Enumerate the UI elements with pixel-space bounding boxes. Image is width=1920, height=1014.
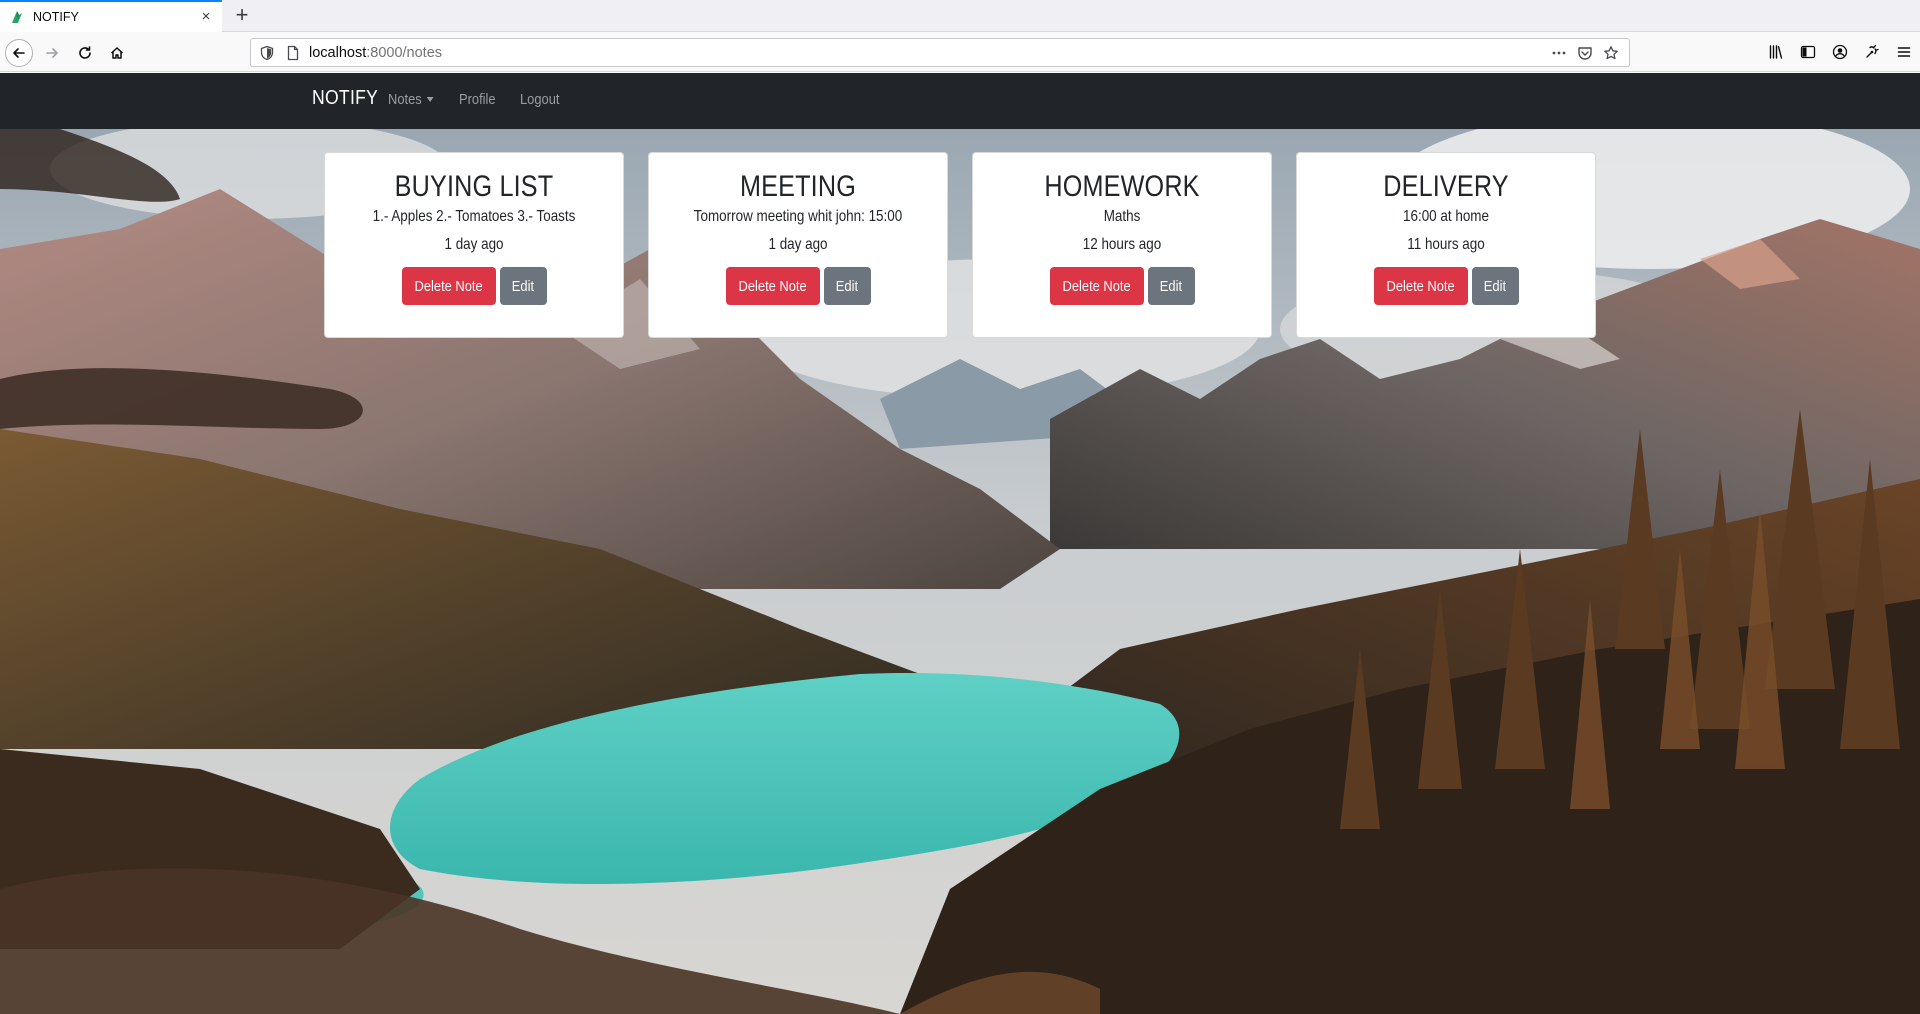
url-text[interactable]: localhost:8000/notes [309,45,1551,61]
note-title: MEETING [740,170,856,203]
page-viewport: NOTIFY Notes Profile Logout BUYING LIST … [0,73,1920,1014]
note-card: BUYING LIST 1.- Apples 2.- Tomatoes 3.- … [324,152,624,338]
edit-note-button[interactable]: Edit [499,267,547,305]
forward-icon [46,48,58,58]
reload-button[interactable] [71,39,99,67]
browser-toolbar: localhost:8000/notes [0,33,1920,72]
edit-note-button[interactable]: Edit [1471,267,1519,305]
pocket-icon[interactable] [1577,45,1593,61]
nav-logout-link[interactable]: Logout [520,91,559,108]
library-button[interactable] [1760,41,1792,63]
delete-note-button[interactable]: Delete Note [1049,267,1144,305]
delete-note-label: Delete Note [738,277,807,295]
account-button[interactable] [1824,41,1856,63]
extension-button[interactable] [1856,41,1888,63]
tab-strip: NOTIFY × + [0,0,1920,32]
nav-notes-label: Notes [388,91,422,108]
note-card: MEETING Tomorrow meeting whit john: 15:0… [648,152,948,338]
delete-note-label: Delete Note [414,277,483,295]
url-path: :8000/notes [366,44,443,61]
brand-logo[interactable]: NOTIFY [312,87,378,110]
delete-note-button[interactable]: Delete Note [401,267,496,305]
home-icon [110,47,124,59]
account-icon [1832,44,1848,60]
note-text: 16:00 at home [1403,208,1489,225]
page-icon[interactable] [285,45,301,61]
tab-title: NOTIFY [33,10,79,24]
nav-notes-dropdown[interactable]: Notes [388,91,434,108]
delete-note-label: Delete Note [1386,277,1455,295]
back-icon [13,48,25,58]
note-text: Maths [1103,208,1141,225]
note-title: HOMEWORK [1044,170,1200,203]
library-icon [1769,45,1783,59]
nav-profile-link[interactable]: Profile [459,91,496,108]
note-text: 1.- Apples 2.- Tomatoes 3.- Toasts [372,208,576,225]
edit-note-label: Edit [835,277,859,295]
site-navbar: NOTIFY Notes Profile Logout [0,73,1920,129]
more-icon[interactable] [1551,45,1567,61]
note-timestamp: 1 day ago [768,236,828,253]
edit-note-button[interactable]: Edit [1147,267,1195,305]
delete-note-button[interactable]: Delete Note [725,267,820,305]
note-title: DELIVERY [1383,170,1509,203]
sidebar-button[interactable] [1792,41,1824,63]
url-host: localhost [309,44,367,61]
close-tab-icon[interactable]: × [198,9,214,25]
edit-note-label: Edit [511,277,535,295]
edit-note-label: Edit [1483,277,1507,295]
menu-button[interactable] [1888,41,1920,63]
note-title: BUYING LIST [394,170,554,203]
home-button[interactable] [103,39,131,67]
notify-favicon-icon [12,11,22,23]
shield-icon[interactable] [259,45,275,61]
caret-down-icon [426,97,434,102]
edit-note-label: Edit [1159,277,1183,295]
note-card: DELIVERY 16:00 at home 11 hours ago Dele… [1296,152,1596,338]
back-button[interactable] [5,39,33,67]
note-card: HOMEWORK Maths 12 hours ago Delete Note … [972,152,1272,338]
note-timestamp: 12 hours ago [1082,236,1162,253]
url-bar[interactable]: localhost:8000/notes [250,38,1630,67]
note-timestamp: 11 hours ago [1407,236,1485,253]
mountain-lake-background-image [0,129,1920,1014]
reload-icon [79,46,91,59]
note-text: Tomorrow meeting whit john: 15:00 [693,208,903,225]
bookmark-star-icon[interactable] [1603,45,1619,61]
sidebar-icon [1800,45,1816,59]
note-timestamp: 1 day ago [444,236,504,253]
extension-icon [1866,44,1879,58]
delete-note-label: Delete Note [1062,277,1131,295]
delete-note-button[interactable]: Delete Note [1373,267,1468,305]
menu-icon [1897,47,1911,57]
forward-button[interactable] [38,39,66,67]
edit-note-button[interactable]: Edit [823,267,871,305]
browser-tab[interactable]: NOTIFY × [0,0,222,32]
new-tab-button[interactable]: + [230,4,254,28]
